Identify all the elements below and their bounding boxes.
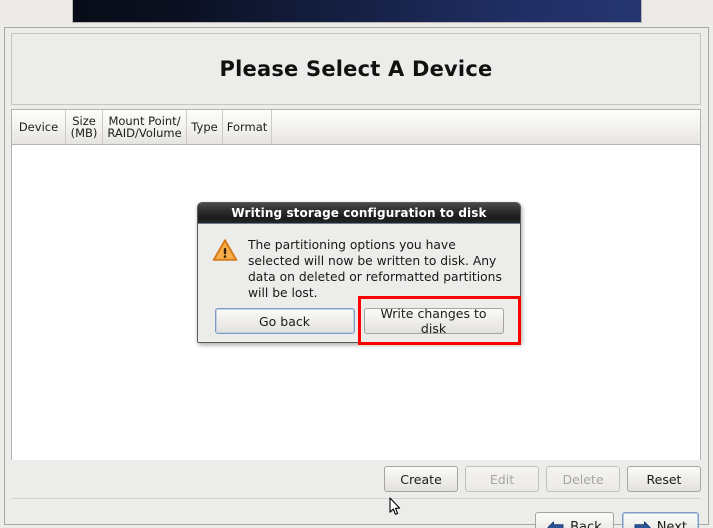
go-back-button[interactable]: Go back — [214, 308, 355, 334]
next-button-label: Next — [656, 519, 687, 528]
reset-button[interactable]: Reset — [627, 466, 701, 492]
dialog-message: The partitioning options you have select… — [248, 238, 502, 300]
table-header-row: Device Size (MB) Mount Point/ RAID/Volum… — [12, 110, 700, 145]
column-header-size[interactable]: Size (MB) — [66, 110, 103, 144]
installer-banner — [72, 0, 642, 23]
next-button[interactable]: Next — [621, 512, 699, 528]
delete-button: Delete — [546, 466, 620, 492]
page-title-frame: Please Select A Device — [11, 33, 701, 105]
device-action-row: Create Edit Delete Reset — [11, 465, 701, 493]
dialog-title-bar: Writing storage configuration to disk — [198, 203, 520, 224]
column-header-mount-point[interactable]: Mount Point/ RAID/Volume — [103, 110, 187, 144]
dialog-body: The partitioning options you have select… — [198, 224, 520, 301]
arrow-left-icon — [547, 521, 564, 528]
installer-screen: Please Select A Device Device Size (MB) … — [0, 0, 713, 528]
back-button-label: Back — [570, 519, 602, 528]
arrow-right-icon — [634, 521, 651, 528]
column-header-spacer — [272, 110, 700, 144]
navigation-row: Back Next — [11, 508, 701, 528]
warning-triangle-icon — [212, 238, 238, 301]
back-button[interactable]: Back — [535, 512, 614, 528]
edit-button: Edit — [465, 466, 539, 492]
create-button[interactable]: Create — [384, 466, 458, 492]
write-changes-to-disk-button[interactable]: Write changes to disk — [363, 306, 504, 336]
banner-strip — [0, 0, 713, 25]
column-header-format[interactable]: Format — [223, 110, 272, 144]
divider — [11, 498, 701, 499]
column-header-device[interactable]: Device — [12, 110, 66, 144]
page-title: Please Select A Device — [219, 57, 493, 81]
dialog-title: Writing storage configuration to disk — [231, 206, 487, 220]
column-header-type[interactable]: Type — [187, 110, 223, 144]
write-changes-dialog: Writing storage configuration to disk Th… — [197, 202, 521, 343]
dialog-action-row: Go back Write changes to disk — [198, 306, 520, 336]
